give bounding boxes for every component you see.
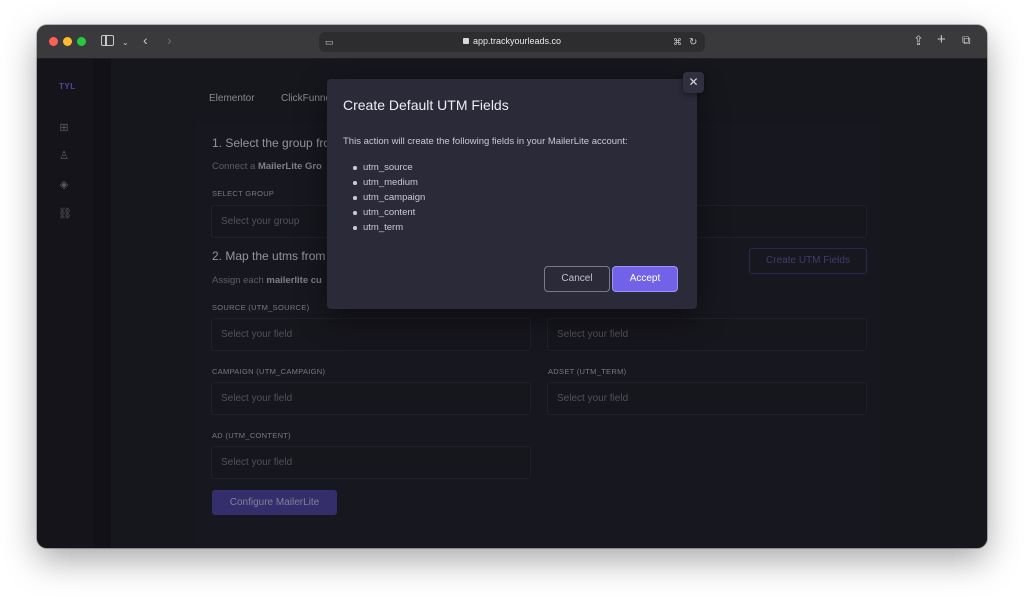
accept-button[interactable]: Accept (612, 266, 678, 292)
utm-fields-list: utm_source utm_medium utm_campaign utm_c… (353, 160, 425, 235)
share-icon[interactable]: ⇪ (913, 34, 924, 47)
minimize-window-button[interactable] (63, 37, 72, 46)
url-text: app.trackyourleads.co (472, 36, 562, 46)
list-item: utm_source (353, 160, 425, 175)
dialog-title: Create Default UTM Fields (343, 97, 509, 113)
list-item: utm_medium (353, 175, 425, 190)
create-utm-fields-dialog: Create Default UTM Fields This action wi… (327, 79, 697, 309)
close-window-button[interactable] (49, 37, 58, 46)
list-item: utm_term (353, 220, 425, 235)
back-icon[interactable]: ‹ (143, 33, 148, 47)
cancel-button[interactable]: Cancel (544, 266, 610, 292)
list-item: utm_content (353, 205, 425, 220)
tab-overview-icon[interactable]: ⧉ (962, 34, 971, 47)
forward-icon[interactable]: › (167, 33, 172, 47)
sidebar-toggle-icon[interactable] (101, 35, 114, 46)
close-icon[interactable]: ✕ (683, 72, 704, 93)
list-item: utm_campaign (353, 190, 425, 205)
browser-window: ⌄ ‹ › ▭ app.trackyourleads.co ⌘ ↻ ⇪ + ⧉ … (37, 25, 987, 548)
zoom-window-button[interactable] (77, 37, 86, 46)
dialog-message: This action will create the following fi… (343, 136, 628, 147)
translate-icon[interactable]: ⌘ (673, 36, 682, 49)
chevron-down-icon[interactable]: ⌄ (122, 36, 129, 49)
reload-icon[interactable]: ↻ (689, 36, 697, 49)
address-bar[interactable]: ▭ app.trackyourleads.co ⌘ ↻ (319, 32, 705, 52)
new-tab-icon[interactable]: + (937, 32, 946, 47)
lock-icon (462, 38, 469, 44)
browser-toolbar: ⌄ ‹ › ▭ app.trackyourleads.co ⌘ ↻ ⇪ + ⧉ (37, 25, 987, 59)
